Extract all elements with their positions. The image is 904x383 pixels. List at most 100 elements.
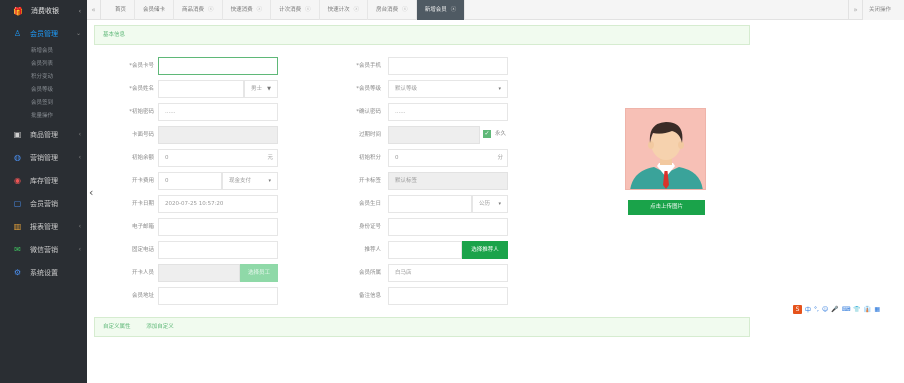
- submenu-item-member-list[interactable]: 会员列表: [0, 58, 87, 71]
- tab-quick-consume[interactable]: 快速消费 ⓧ: [223, 0, 272, 20]
- tab-count-consume[interactable]: 计次消费 ⓧ: [271, 0, 320, 20]
- birthday-input[interactable]: [388, 195, 472, 213]
- tab-goods-consume[interactable]: 商品消费 ⓧ: [174, 0, 223, 20]
- yuan-unit: 元: [267, 155, 273, 161]
- add-custom-tab[interactable]: 添加自定义: [146, 324, 174, 330]
- close-icon[interactable]: ⓧ: [451, 7, 457, 13]
- tab-quick-count[interactable]: 快速计次 ⓧ: [320, 0, 369, 20]
- sidebar-item-goods[interactable]: ▣ 商品管理 ‹: [0, 123, 87, 146]
- sidebar-item-label: 商品管理: [30, 130, 58, 139]
- tab-room-consume[interactable]: 房台消费 ⓧ: [368, 0, 417, 20]
- ime-item[interactable]: 👕: [853, 306, 860, 313]
- card-date-label: 开卡日期: [131, 201, 154, 207]
- remark-input[interactable]: [388, 287, 508, 305]
- tab-label: 首页: [115, 7, 127, 13]
- tab-home[interactable]: 首页: [107, 0, 136, 20]
- box-icon: ▣: [13, 130, 22, 139]
- sidebar-item-reports[interactable]: ▥ 报表管理 ‹: [0, 215, 87, 238]
- init-password-label: *初始密码: [129, 109, 154, 115]
- tab-label: 计次消费: [279, 7, 302, 13]
- ime-item[interactable]: 👔: [864, 306, 871, 313]
- collapse-sidebar-icon[interactable]: ‹: [89, 186, 93, 199]
- payment-method-value: 现金支付: [229, 178, 252, 184]
- card-no-input[interactable]: [158, 57, 278, 75]
- member-address-input[interactable]: [158, 287, 278, 305]
- section-title: 基本信息: [103, 32, 126, 38]
- level-select[interactable]: 默认等级 ▾: [388, 80, 508, 98]
- submenu-item-levels[interactable]: 会员等级: [0, 84, 87, 97]
- level-value: 默认等级: [395, 86, 418, 92]
- submenu-item-checkin[interactable]: 会员签到: [0, 97, 87, 110]
- card-date-input[interactable]: 2020-07-25 10:57:20: [158, 195, 278, 213]
- tab-member-card[interactable]: 会员储卡: [135, 0, 175, 20]
- submenu-item-new-member[interactable]: 新增会员: [0, 45, 87, 58]
- tabs-scroll-left-button[interactable]: «: [87, 0, 101, 20]
- confirm-password-input[interactable]: ......: [388, 103, 508, 121]
- store-input[interactable]: 白马店: [388, 264, 508, 282]
- close-icon[interactable]: ⓧ: [305, 7, 311, 13]
- sidebar-item-marketing[interactable]: ◍ 营销管理 ‹: [0, 146, 87, 169]
- init-points-label: 初始积分: [358, 155, 381, 161]
- tab-label: 会员储卡: [143, 7, 166, 13]
- ime-item[interactable]: ▦: [874, 306, 880, 313]
- sidebar-logo-label: 消费收银: [30, 7, 59, 15]
- tab-new-member[interactable]: 新增会员 ⓧ: [416, 0, 466, 20]
- close-icon[interactable]: ⓧ: [354, 7, 360, 13]
- init-balance-input[interactable]: 0 元: [158, 149, 278, 167]
- sidebar-item-label: 库存管理: [30, 176, 58, 185]
- select-staff-button[interactable]: 选择员工: [240, 264, 278, 282]
- submenu-item-batch[interactable]: 批量操作: [0, 110, 87, 123]
- sidebar-item-member-marketing[interactable]: ▢ 会员营销: [0, 192, 87, 215]
- section-basic-info: 基本信息: [94, 25, 750, 45]
- init-password-input[interactable]: ......: [158, 103, 278, 121]
- sidebar-item-label: 微信营销: [30, 245, 58, 254]
- ime-item[interactable]: °,: [814, 306, 819, 313]
- upload-image-button[interactable]: 点击上传图片: [628, 200, 705, 215]
- close-icon[interactable]: ⓧ: [257, 7, 263, 13]
- phone-input[interactable]: [388, 57, 508, 75]
- sidebar-item-stock[interactable]: ◉ 库存管理: [0, 169, 87, 192]
- select-referrer-button[interactable]: 选择推荐人: [462, 241, 508, 259]
- init-points-input[interactable]: 0 分: [388, 149, 508, 167]
- name-label: *会员姓名: [129, 86, 154, 92]
- sidebar-submenu: 新增会员 会员列表 积分变动 会员等级 会员签到 批量操作: [0, 45, 87, 123]
- close-operations-button[interactable]: 关闭操作: [862, 0, 904, 20]
- email-label: 电子邮箱: [131, 224, 154, 230]
- points-unit: 分: [497, 155, 503, 161]
- name-input[interactable]: [158, 80, 244, 98]
- tag-icon: ▢: [13, 199, 22, 208]
- globe-icon: ◍: [14, 153, 21, 162]
- sidebar: 🎁 消费收银 ‹ ♙ 会员管理 ⌄ 新增会员 会员列表 积分变动 会员等级 会员…: [0, 0, 87, 383]
- permanent-checkbox[interactable]: ✓: [483, 130, 491, 138]
- level-label: *会员等级: [356, 86, 381, 92]
- ime-toolbar[interactable]: S 中 °, ☺ 🎤 ⌨ 👕 👔 ▦: [793, 305, 880, 314]
- submenu-item-points[interactable]: 积分变动: [0, 71, 87, 84]
- ime-item[interactable]: ⌨: [842, 306, 851, 313]
- gender-select[interactable]: 男士 ▼: [244, 80, 278, 98]
- card-fee-input[interactable]: 0: [158, 172, 222, 190]
- person-avatar-icon: [630, 122, 703, 189]
- sidebar-logo-row[interactable]: 🎁 消费收银 ‹: [0, 0, 87, 22]
- calendar-type-select[interactable]: 公历 ▾: [472, 195, 508, 213]
- custom-attributes-tab[interactable]: 自定义属性: [103, 324, 131, 330]
- sidebar-item-label: 报表管理: [30, 222, 58, 231]
- payment-method-select[interactable]: 现金支付 ▾: [222, 172, 278, 190]
- tab-list: 首页 会员储卡 商品消费 ⓧ 快速消费 ⓧ 计次消费 ⓧ 快速计次 ⓧ 房台消费 ⓧ 新增…: [107, 0, 466, 20]
- close-icon[interactable]: ⓧ: [208, 7, 214, 13]
- sidebar-item-member[interactable]: ♙ 会员管理 ⌄: [0, 22, 87, 45]
- sidebar-item-settings[interactable]: ⚙ 系统设置: [0, 261, 87, 284]
- close-icon[interactable]: ⓧ: [402, 7, 408, 13]
- ime-item[interactable]: 🎤: [831, 306, 838, 313]
- email-input[interactable]: [158, 218, 278, 236]
- ime-item[interactable]: ☺: [822, 306, 828, 313]
- id-card-input[interactable]: [388, 218, 508, 236]
- landline-input[interactable]: [158, 241, 278, 259]
- gear-icon: ⚙: [13, 268, 22, 277]
- ime-item[interactable]: 中: [805, 305, 811, 314]
- calendar-type-value: 公历: [479, 201, 491, 207]
- sidebar-item-wechat[interactable]: ✉ 微信营销 ‹: [0, 238, 87, 261]
- tabs-scroll-right-button[interactable]: »: [848, 0, 862, 20]
- chevron-left-icon: ‹: [78, 131, 81, 138]
- referrer-input[interactable]: [388, 241, 462, 259]
- referrer-label: 推荐人: [364, 247, 381, 253]
